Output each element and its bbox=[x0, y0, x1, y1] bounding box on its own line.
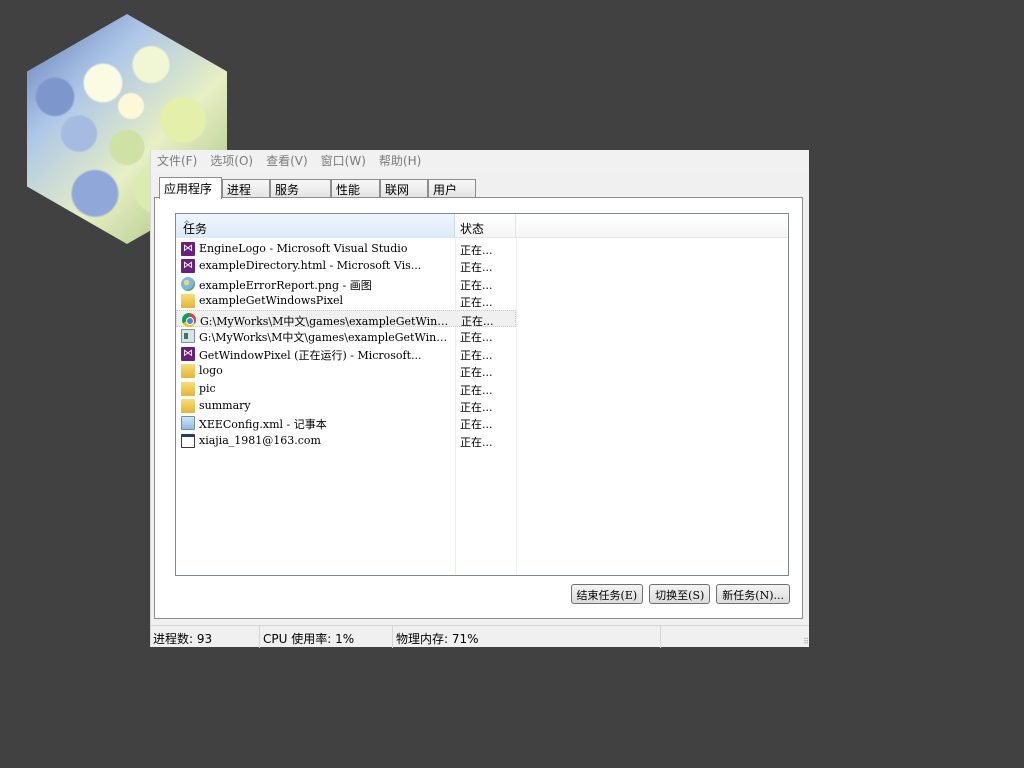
table-row[interactable]: ⋈ EngineLogo - Microsoft Visual Studio 正… bbox=[176, 240, 788, 257]
task-name: xiajia_1981@163.com bbox=[199, 433, 321, 447]
task-name: pic bbox=[199, 381, 216, 395]
task-rows: ⋈ EngineLogo - Microsoft Visual Studio 正… bbox=[176, 240, 788, 449]
task-name: logo bbox=[199, 364, 223, 378]
task-name: G:\MyWorks\M中文\games\exampleGetWind... bbox=[199, 331, 451, 345]
menu-windows[interactable]: 窗口(W) bbox=[321, 152, 366, 169]
tab-users[interactable]: 用户 bbox=[428, 179, 476, 198]
folder-icon bbox=[181, 294, 195, 309]
task-name: XEEConfig.xml - 记事本 bbox=[199, 418, 327, 432]
folder-icon bbox=[181, 381, 195, 396]
task-name: EngineLogo - Microsoft Visual Studio bbox=[199, 242, 408, 255]
task-status: 正在... bbox=[460, 348, 493, 362]
menu-help[interactable]: 帮助(H) bbox=[379, 152, 421, 169]
task-name: summary bbox=[199, 398, 251, 412]
menu-bar: 文件(F) 选项(O) 查看(V) 窗口(W) 帮助(H) bbox=[151, 150, 809, 171]
table-row[interactable]: xiajia_1981@163.com 正在... bbox=[176, 432, 788, 449]
status-bar: 进程数: 93 CPU 使用率: 1% 物理内存: 71% ⠿ bbox=[151, 625, 809, 648]
paint-icon bbox=[181, 276, 195, 291]
action-buttons: 结束任务(E) 切换至(S) 新任务(N)... bbox=[570, 584, 790, 604]
table-row[interactable]: XEEConfig.xml - 记事本 正在... bbox=[176, 414, 788, 431]
task-status: 正在... bbox=[460, 400, 493, 414]
task-name: exampleErrorReport.png - 画图 bbox=[199, 278, 372, 292]
task-list[interactable]: ^ 任务 状态 ⋈ EngineLogo - Microsoft Visual … bbox=[175, 213, 789, 576]
column-header-task-label: 任务 bbox=[183, 222, 208, 236]
table-row[interactable]: G:\MyWorks\M中文\games\exampleGetWind... 正… bbox=[176, 327, 788, 344]
task-status: 正在... bbox=[460, 278, 493, 292]
folder-icon bbox=[181, 398, 195, 413]
task-manager-window: 文件(F) 选项(O) 查看(V) 窗口(W) 帮助(H) 应用程序 进程 服务… bbox=[150, 150, 809, 648]
table-row[interactable]: summary 正在... bbox=[176, 397, 788, 414]
task-name: exampleDirectory.html - Microsoft Vis... bbox=[199, 259, 422, 273]
table-row[interactable]: ⋈ GetWindowPixel (正在运行) - Microsoft... 正… bbox=[176, 345, 788, 362]
task-status: 正在... bbox=[460, 244, 493, 257]
column-header-status[interactable]: 状态 bbox=[455, 214, 516, 238]
table-row[interactable]: exampleErrorReport.png - 画图 正在... bbox=[176, 275, 788, 292]
visual-studio-icon: ⋈ bbox=[181, 242, 195, 256]
app-icon bbox=[181, 329, 195, 344]
table-row[interactable]: exampleGetWindowsPixel 正在... bbox=[176, 292, 788, 309]
visual-studio-icon: ⋈ bbox=[181, 259, 195, 274]
chrome-icon bbox=[182, 312, 196, 327]
menu-options[interactable]: 选项(O) bbox=[210, 152, 253, 169]
switch-to-button[interactable]: 切换至(S) bbox=[649, 584, 711, 604]
task-name: GetWindowPixel (正在运行) - Microsoft... bbox=[199, 348, 422, 362]
task-status: 正在... bbox=[460, 261, 493, 275]
table-row-selected[interactable]: G:\MyWorks\M中文\games\exampleGetWind... 正… bbox=[176, 309, 516, 328]
task-name: exampleGetWindowsPixel bbox=[199, 294, 344, 308]
column-header-status-label: 状态 bbox=[460, 222, 485, 236]
tab-performance[interactable]: 性能 bbox=[331, 179, 380, 198]
end-task-button[interactable]: 结束任务(E) bbox=[570, 584, 644, 604]
tab-processes[interactable]: 进程 bbox=[222, 179, 270, 198]
table-row[interactable]: ⋈ exampleDirectory.html - Microsoft Vis.… bbox=[176, 257, 788, 274]
table-row[interactable]: pic 正在... bbox=[176, 380, 788, 397]
new-task-button[interactable]: 新任务(N)... bbox=[716, 584, 790, 604]
task-status: 正在... bbox=[460, 418, 493, 432]
notepad-icon bbox=[181, 416, 195, 431]
cpu-usage: CPU 使用率: 1% bbox=[260, 626, 393, 648]
task-status: 正在... bbox=[460, 331, 493, 345]
task-status: 正在... bbox=[460, 383, 493, 397]
process-count: 进程数: 93 bbox=[151, 626, 260, 648]
task-status: 正在... bbox=[460, 435, 493, 449]
folder-icon bbox=[181, 364, 195, 379]
visual-studio-icon: ⋈ bbox=[181, 346, 195, 361]
applications-panel: ^ 任务 状态 ⋈ EngineLogo - Microsoft Visual … bbox=[154, 197, 803, 619]
menu-view[interactable]: 查看(V) bbox=[266, 152, 308, 169]
column-header-task[interactable]: ^ 任务 bbox=[176, 214, 455, 238]
task-status: 正在... bbox=[460, 366, 493, 380]
list-header: ^ 任务 状态 bbox=[176, 214, 788, 238]
tab-networking[interactable]: 联网 bbox=[380, 179, 428, 198]
task-status: 正在... bbox=[460, 296, 493, 310]
tab-applications[interactable]: 应用程序 bbox=[159, 177, 222, 199]
menu-file[interactable]: 文件(F) bbox=[157, 152, 197, 169]
table-row[interactable]: logo 正在... bbox=[176, 362, 788, 379]
physical-memory: 物理内存: 71% bbox=[393, 626, 661, 648]
tab-services[interactable]: 服务 bbox=[270, 179, 331, 198]
window-icon bbox=[181, 433, 195, 448]
resize-grip-icon[interactable]: ⠿ bbox=[803, 637, 809, 646]
